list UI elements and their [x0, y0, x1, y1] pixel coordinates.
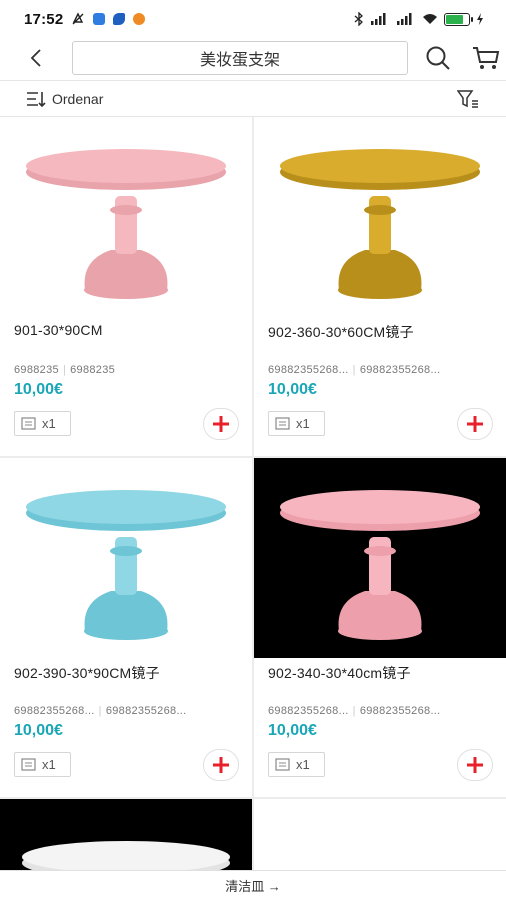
add-to-cart-button[interactable] [457, 749, 493, 781]
signal-icon [371, 13, 386, 25]
search-input[interactable]: 美妆蛋支架 [72, 41, 408, 75]
product-card[interactable] [0, 799, 252, 870]
wifi-icon [423, 14, 437, 24]
plus-icon [213, 416, 229, 432]
product-card[interactable]: 901-30*90CM 6988235 | 6988235 10,00€ x1 [0, 117, 252, 456]
quantity-selector[interactable]: x1 [14, 411, 71, 436]
cake-stand-illustration [26, 490, 226, 640]
product-code: 6988235 [14, 364, 59, 376]
search-header: 美妆蛋支架 [0, 38, 506, 78]
app-notification-icon-2 [113, 13, 126, 25]
empty-card-slot [254, 799, 506, 870]
quantity-value: x1 [296, 416, 310, 431]
product-image[interactable] [0, 458, 252, 658]
header-divider [0, 80, 506, 81]
plus-icon [213, 757, 229, 773]
product-codes: 69882355268... | 69882355268... [268, 705, 441, 717]
battery-fill [446, 14, 463, 24]
cake-stand-illustration [22, 841, 230, 870]
app-notification-icon-3 [133, 13, 146, 25]
search-button[interactable] [420, 40, 456, 76]
box-icon [21, 417, 36, 430]
category-footer-link[interactable]: 清洁皿 → [0, 870, 506, 900]
cake-stand-illustration [280, 149, 480, 299]
product-name: 902-340-30*40cm镜子 [268, 665, 411, 681]
sort-label: Ordenar [52, 91, 104, 107]
product-code: 6988235 [70, 364, 116, 376]
cart-button[interactable] [468, 40, 504, 76]
plus-icon [467, 757, 483, 773]
plus-icon [467, 416, 483, 432]
quantity-value: x1 [42, 416, 56, 431]
box-icon [275, 417, 290, 430]
product-card[interactable]: 902-360-30*60CM镜子 69882355268... | 6988235… [254, 117, 506, 456]
product-name: 902-360-30*60CM镜子 [268, 324, 414, 340]
product-card[interactable]: 902-340-30*40cm镜子 69882355268... | 6988235… [254, 458, 506, 797]
product-name: 901-30*90CM [14, 322, 103, 338]
filter-button[interactable] [456, 87, 480, 111]
mute-notification-icon [72, 12, 84, 25]
product-code: 69882355268... [268, 364, 349, 376]
product-price: 10,00€ [268, 722, 317, 739]
quantity-selector[interactable]: x1 [268, 411, 325, 436]
add-to-cart-button[interactable] [203, 408, 239, 440]
signal-icon-2 [397, 13, 412, 25]
status-time: 17:52 [24, 10, 64, 28]
sort-button[interactable]: Ordenar [26, 91, 103, 107]
cake-stand-illustration [26, 149, 226, 299]
product-price: 10,00€ [268, 381, 317, 398]
product-price: 10,00€ [14, 722, 63, 739]
product-code: 69882355268... [359, 364, 441, 376]
product-price: 10,00€ [14, 381, 63, 398]
box-icon [275, 758, 290, 771]
product-image[interactable] [0, 799, 252, 870]
product-codes: 69882355268... | 69882355268... [14, 705, 187, 717]
charging-icon [477, 13, 483, 25]
notification-icons [71, 12, 146, 26]
search-query: 美妆蛋支架 [199, 52, 280, 69]
cake-stand-illustration [280, 490, 480, 640]
add-to-cart-button[interactable] [457, 408, 493, 440]
app-notification-icon-1 [93, 13, 106, 25]
product-code: 69882355268... [14, 705, 95, 717]
sort-bar: Ordenar [0, 82, 506, 116]
system-icons [354, 12, 484, 26]
product-code: 69882355268... [105, 705, 187, 717]
product-image[interactable] [0, 117, 252, 317]
back-button[interactable] [16, 38, 56, 78]
chevron-left-icon [30, 49, 41, 67]
quantity-value: x1 [42, 757, 56, 772]
box-icon [21, 758, 36, 771]
product-grid: 901-30*90CM 6988235 | 6988235 10,00€ x1 90… [0, 117, 506, 870]
product-card[interactable]: 902-390-30*90CM镜子 69882355268... | 6988235… [0, 458, 252, 797]
add-to-cart-button[interactable] [203, 749, 239, 781]
product-image[interactable] [254, 458, 506, 658]
product-codes: 6988235 | 6988235 [14, 364, 116, 376]
quantity-value: x1 [296, 757, 310, 772]
quantity-selector[interactable]: x1 [268, 752, 325, 777]
product-code: 69882355268... [268, 705, 349, 717]
product-code: 69882355268... [359, 705, 441, 717]
sort-icon [27, 92, 46, 107]
quantity-selector[interactable]: x1 [14, 752, 71, 777]
cart-icon [473, 47, 500, 69]
product-image[interactable] [254, 117, 506, 317]
filter-icon [457, 90, 478, 108]
product-codes: 69882355268... | 69882355268... [268, 364, 441, 376]
battery-icon [444, 12, 473, 26]
footer-label: 清洁皿 → [225, 879, 281, 894]
search-icon [426, 46, 450, 70]
product-name: 902-390-30*90CM镜子 [14, 665, 160, 681]
bluetooth-icon [354, 12, 363, 26]
status-bar: 17:52 [0, 0, 506, 38]
